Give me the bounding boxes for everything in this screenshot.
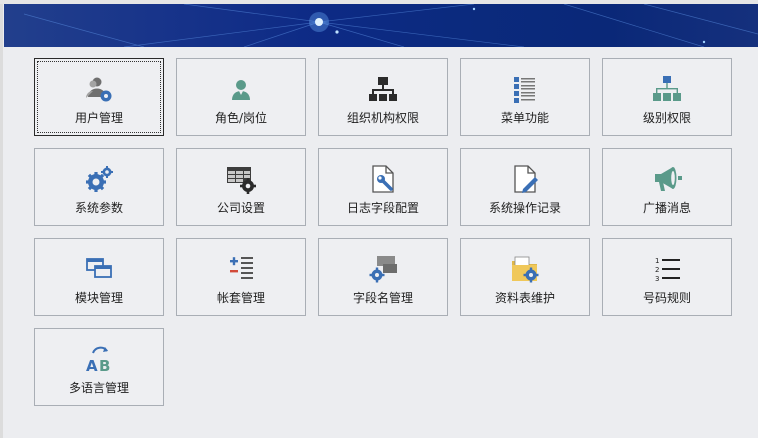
tile-level-permissions[interactable]: 级别权限 <box>602 58 732 136</box>
tile-company-settings[interactable]: 公司设置 <box>176 148 306 226</box>
tile-account-set-management[interactable]: 帐套管理 <box>176 238 306 316</box>
grid-gear-icon <box>227 167 256 194</box>
plus-minus-list-icon <box>230 257 253 279</box>
tile-label: 菜单功能 <box>500 111 549 125</box>
svg-text:3: 3 <box>655 275 659 283</box>
tile-label: 资料表维护 <box>494 291 555 305</box>
numbered-list-icon: 1 2 3 <box>655 257 680 283</box>
megaphone-icon <box>655 167 682 191</box>
users-gear-icon <box>86 77 112 102</box>
tile-label: 帐套管理 <box>216 291 265 305</box>
tile-label: 广播消息 <box>642 201 691 215</box>
document-pen-icon <box>514 165 538 193</box>
tile-label: 字段名管理 <box>352 291 413 305</box>
tile-label: 日志字段配置 <box>346 201 419 215</box>
svg-text:1: 1 <box>655 257 659 265</box>
tile-system-parameters[interactable]: 系统参数 <box>34 148 164 226</box>
tile-log-field-config[interactable]: 日志字段配置 <box>318 148 448 226</box>
tile-field-name-management[interactable]: 字段名管理 <box>318 238 448 316</box>
tile-org-permissions[interactable]: 组织机构权限 <box>318 58 448 136</box>
menu-list-icon <box>514 77 535 103</box>
tile-label: 角色/岗位 <box>214 111 268 125</box>
folder-gear-icon <box>512 256 539 283</box>
tile-label: 级别权限 <box>642 111 691 125</box>
tile-label: 系统参数 <box>74 201 123 215</box>
gears-icon <box>86 166 113 192</box>
tile-label: 组织机构权限 <box>346 111 419 125</box>
tile-label: 号码规则 <box>642 291 691 305</box>
tile-label: 系统操作记录 <box>488 201 561 215</box>
svg-text:2: 2 <box>655 266 659 274</box>
document-wrench-icon <box>372 165 394 193</box>
header-banner <box>4 4 758 47</box>
tile-number-rules[interactable]: 1 2 3 号码规则 <box>602 238 732 316</box>
tile-menu-functions[interactable]: 菜单功能 <box>460 58 590 136</box>
tile-label: 公司设置 <box>216 201 265 215</box>
window-left-edge <box>0 4 3 438</box>
tile-label: 模块管理 <box>74 291 123 305</box>
tile-data-table-maintenance[interactable]: 资料表维护 <box>460 238 590 316</box>
person-icon <box>232 80 250 100</box>
svg-text:A: A <box>86 357 98 375</box>
org-chart-icon <box>369 77 397 101</box>
windows-icon <box>86 258 112 278</box>
tile-user-management[interactable]: 用户管理 <box>34 58 164 136</box>
tile-broadcast-message[interactable]: 广播消息 <box>602 148 732 226</box>
tile-role-position[interactable]: 角色/岗位 <box>176 58 306 136</box>
language-ab-icon: A B <box>86 346 110 375</box>
svg-text:B: B <box>99 357 110 375</box>
tile-module-management[interactable]: 模块管理 <box>34 238 164 316</box>
tile-label: 多语言管理 <box>68 381 129 395</box>
hierarchy-icon <box>653 76 681 101</box>
tile-multilanguage-management[interactable]: A B 多语言管理 <box>34 328 164 406</box>
tile-label: 用户管理 <box>74 111 123 125</box>
fields-gear-icon <box>369 256 397 283</box>
tile-system-operation-log[interactable]: 系统操作记录 <box>460 148 590 226</box>
